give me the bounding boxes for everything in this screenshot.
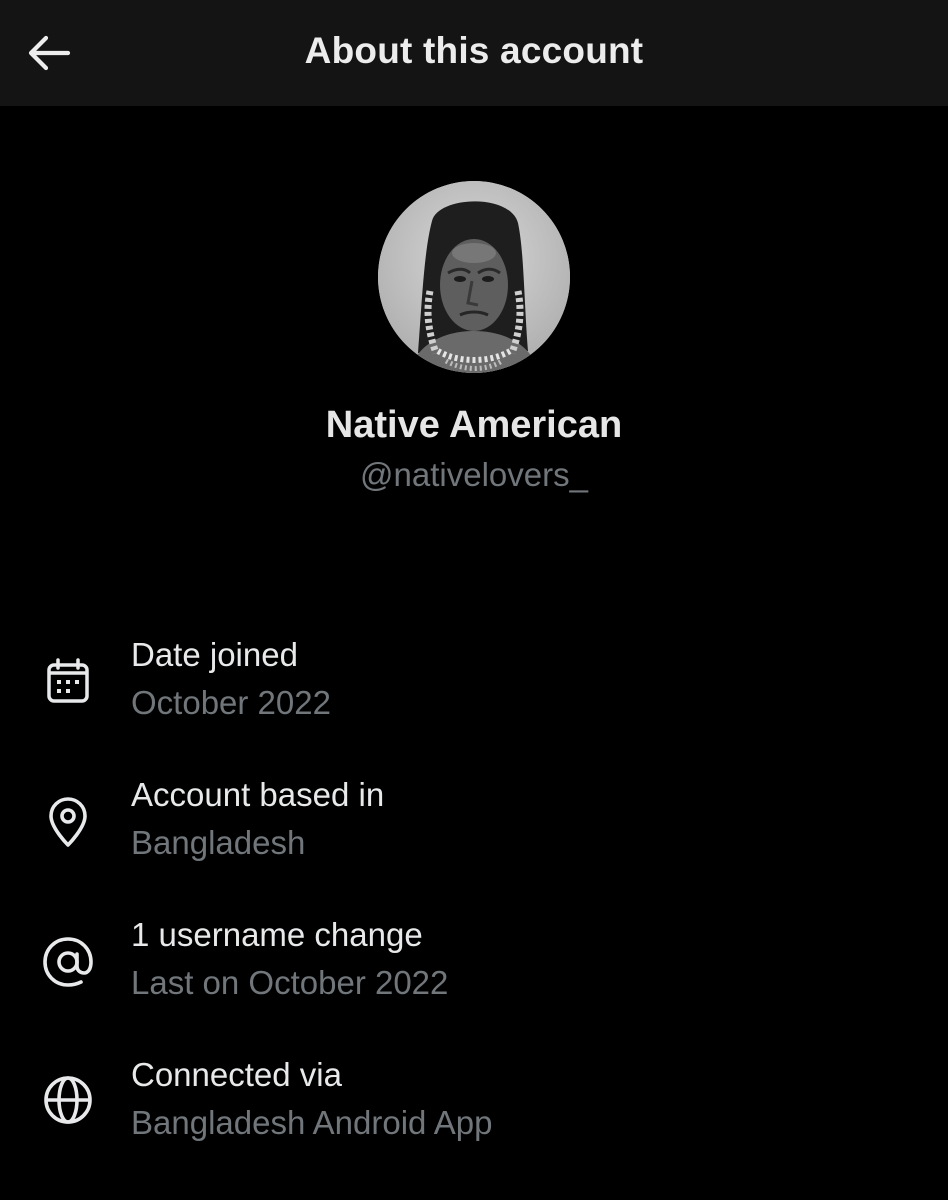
- detail-row-account-based-in: Account based in Bangladesh: [0, 770, 948, 880]
- detail-row-date-joined: Date joined October 2022: [0, 630, 948, 740]
- username-handle: @nativelovers_: [360, 456, 588, 493]
- page-title: About this account: [304, 30, 644, 71]
- profile-photo: [378, 181, 570, 373]
- detail-label: Date joined: [131, 636, 298, 673]
- detail-row-username-change: 1 username change Last on October 2022: [0, 910, 948, 1020]
- detail-value: Last on October 2022: [131, 964, 449, 1001]
- detail-value: Bangladesh Android App: [131, 1104, 493, 1141]
- top-bar: About this account: [0, 0, 948, 106]
- avatar[interactable]: [378, 181, 570, 373]
- detail-label: Account based in: [131, 776, 385, 813]
- globe-icon: [40, 1072, 96, 1128]
- display-name: Native American: [325, 404, 623, 446]
- detail-label: 1 username change: [131, 916, 423, 953]
- detail-row-connected-via: Connected via Bangladesh Android App: [0, 1050, 948, 1160]
- location-pin-icon: [40, 794, 96, 850]
- at-sign-icon: [40, 934, 96, 990]
- detail-label: Connected via: [131, 1056, 342, 1093]
- detail-value: October 2022: [131, 684, 331, 721]
- calendar-icon: [40, 654, 96, 710]
- detail-value: Bangladesh: [131, 824, 306, 861]
